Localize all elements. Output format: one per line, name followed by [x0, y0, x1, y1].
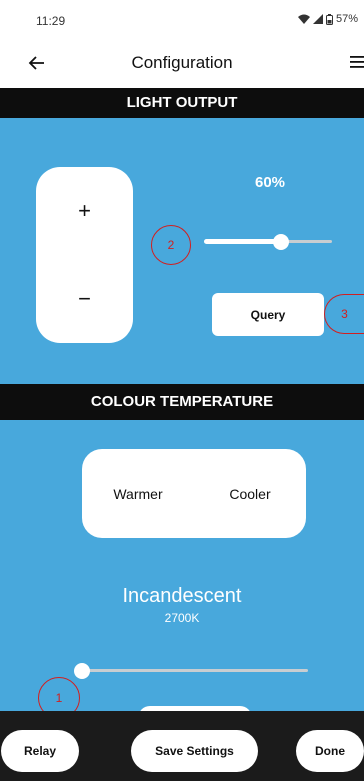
page-title: Configuration: [131, 53, 233, 72]
colour-kelvin-value: 2700K: [164, 611, 200, 625]
wifi-icon: [297, 14, 310, 24]
status-bar: 11:29 57%: [0, 0, 364, 38]
menu-icon[interactable]: [350, 55, 364, 69]
brightness-stepper: + −: [36, 167, 133, 343]
brightness-slider-fill: [204, 239, 281, 244]
brightness-percent: 60%: [254, 174, 286, 191]
colour-preset-name: Incandescent: [122, 585, 242, 607]
colour-temperature-header: COLOUR TEMPERATURE: [0, 384, 364, 420]
decrease-brightness-button[interactable]: −: [36, 255, 133, 343]
annotation-marker-2: 2: [151, 225, 191, 265]
save-settings-button[interactable]: Save Settings: [131, 730, 258, 772]
light-output-header: LIGHT OUTPUT: [0, 88, 364, 118]
app-bar: Configuration: [0, 38, 364, 88]
done-button[interactable]: Done: [296, 730, 364, 772]
colour-slider-thumb[interactable]: [74, 663, 90, 679]
brightness-slider[interactable]: [204, 233, 332, 251]
query-button[interactable]: Query: [212, 293, 324, 336]
colour-slider-track: [82, 669, 308, 672]
warmer-button[interactable]: Warmer: [82, 449, 194, 538]
increase-brightness-button[interactable]: +: [36, 167, 133, 255]
bottom-action-bar: Relay Save Settings Done: [0, 711, 364, 781]
battery-icon: [325, 13, 333, 25]
status-icons: 57%: [297, 13, 358, 25]
battery-percent: 57%: [335, 13, 358, 25]
brightness-slider-thumb[interactable]: [273, 234, 289, 250]
cooler-button[interactable]: Cooler: [194, 449, 306, 538]
relay-button[interactable]: Relay: [1, 730, 79, 772]
colour-temperature-toggle: Warmer Cooler: [82, 449, 306, 538]
colour-temperature-slider[interactable]: [74, 662, 308, 680]
signal-icon: [312, 14, 323, 24]
status-time: 11:29: [36, 14, 66, 28]
annotation-marker-3: 3: [324, 294, 364, 334]
